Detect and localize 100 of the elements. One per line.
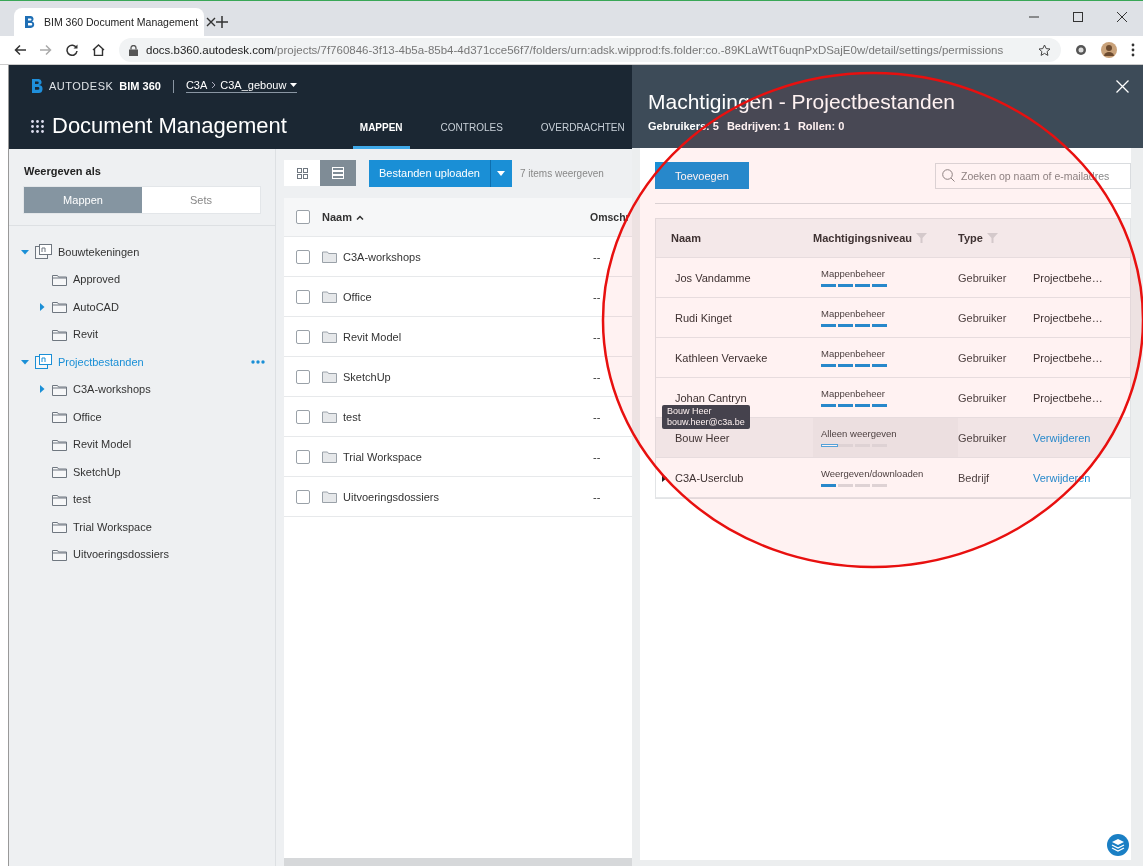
home-icon[interactable]: [92, 44, 105, 56]
url-text: docs.b360.autodesk.com/projects/7f760846-3f13-4b5a-85b4-4d371cce56f7/folders/urn:adsk.wipprod:fs.folder:co.-89KLaWtT6uqnPxDSajE0w/detail/settings/permissions: [146, 44, 1005, 56]
row-checkbox[interactable]: [296, 249, 310, 264]
upload-button[interactable]: Bestanden uploaden: [369, 159, 490, 187]
tooltip-email: bouw.heer@c3a.be: [667, 417, 745, 428]
upload-dropdown-button[interactable]: [489, 159, 512, 187]
folder-name[interactable]: SketchUp: [343, 370, 593, 383]
row-checkbox[interactable]: [296, 489, 310, 504]
grid-view-button[interactable]: [284, 160, 320, 186]
member-name: C3A-Userclub: [675, 471, 744, 484]
filter-icon: [916, 233, 928, 243]
permission-level[interactable]: Mappenbeheer: [821, 388, 889, 399]
select-all-checkbox[interactable]: [296, 210, 310, 224]
member-name: Bouw Heer: [675, 431, 730, 444]
tree-item[interactable]: AutoCAD: [73, 300, 119, 313]
close-icon[interactable]: [206, 17, 217, 27]
tree-item[interactable]: Approved: [73, 273, 121, 286]
folder-icon: [322, 370, 337, 383]
permission-level[interactable]: Mappenbeheer: [821, 308, 889, 319]
table-row[interactable]: Jos Vandamme Mappenbeheer Gebruiker Projectbehe…: [656, 258, 1130, 298]
nav-tab[interactable]: CONTROLES: [433, 109, 510, 149]
project-folder-icon: [35, 354, 52, 370]
table-row[interactable]: Kathleen Vervaeke Mappenbeheer Gebruiker Projectbehe…: [656, 338, 1130, 378]
breadcrumb-item: C3A_gebouw: [220, 79, 287, 91]
tree-item[interactable]: Office: [73, 410, 102, 423]
permission-meter: [821, 364, 889, 367]
lock-icon: [129, 44, 138, 56]
caret-down-icon: [497, 170, 506, 176]
list-view-button[interactable]: [320, 160, 356, 186]
row-checkbox[interactable]: [296, 369, 310, 384]
add-button[interactable]: Toevoegen: [655, 162, 749, 189]
folder-icon: [322, 450, 337, 463]
stat-text: Rollen: 0: [797, 120, 845, 132]
new-tab-icon[interactable]: [216, 16, 228, 28]
b-logo-icon: [24, 15, 36, 29]
tree-item[interactable]: Revit: [73, 328, 99, 341]
horizontal-scrollbar[interactable]: [284, 858, 632, 866]
extension-circle-icon[interactable]: [1075, 44, 1087, 56]
permission-meter: [821, 284, 889, 287]
folder-icon: [52, 272, 67, 286]
tree-item[interactable]: Uitvoeringsdossiers: [73, 548, 169, 561]
caret-right-icon[interactable]: [662, 473, 667, 482]
folder-name[interactable]: Office: [343, 290, 593, 303]
nav-tab[interactable]: OVERDRACHTEN: [533, 109, 632, 149]
type-cell-text: Gebruiker: [958, 431, 1008, 444]
folder-icon: [52, 520, 67, 534]
folder-name[interactable]: Revit Model: [343, 330, 593, 343]
row-checkbox[interactable]: [296, 329, 310, 344]
address-field[interactable]: docs.b360.autodesk.com/projects/7f760846-3f13-4b5a-85b4-4d371cce56f7/folders/urn:adsk.wipprod:fs.folder:co.-89KLaWtT6uqnPxDSajE0w/detail/settings/permissions: [119, 38, 1061, 62]
view-toggle[interactable]: Sets: [142, 187, 260, 213]
permission-meter: [821, 404, 889, 407]
column-header[interactable]: Naam: [322, 211, 590, 223]
folder-name[interactable]: test: [343, 410, 593, 423]
table-cell: --: [593, 370, 601, 383]
type-cell-text: Gebruiker: [958, 391, 1008, 404]
layers-icon[interactable]: [1107, 834, 1129, 856]
type-cell-text: Gebruiker: [958, 271, 1008, 284]
row-checkbox[interactable]: [296, 409, 310, 424]
star-icon[interactable]: [1038, 43, 1051, 57]
type-cell-text: Gebruiker: [958, 351, 1008, 364]
caret-down-icon: [290, 83, 298, 87]
breadcrumb-dropdown[interactable]: C3A C3A_gebouw: [185, 79, 298, 93]
role-cell-text: Projectbehe…: [1033, 351, 1104, 364]
row-checkbox[interactable]: [296, 289, 310, 304]
permission-level[interactable]: Alleen weergeven: [821, 428, 897, 439]
permission-level[interactable]: Mappenbeheer: [821, 348, 889, 359]
more-vertical-icon[interactable]: [1131, 43, 1135, 57]
type-cell-text: Gebruiker: [958, 311, 1008, 324]
app-grid-icon[interactable]: [31, 119, 44, 133]
folder-icon: [322, 490, 337, 503]
maximize-icon[interactable]: [1073, 12, 1083, 22]
row-checkbox[interactable]: [296, 449, 310, 464]
permission-level[interactable]: Mappenbeheer: [821, 268, 889, 279]
b-logo-icon: [31, 78, 43, 94]
reload-icon[interactable]: [66, 44, 78, 56]
table-cell: --: [593, 330, 601, 343]
more-options-icon[interactable]: [251, 359, 265, 364]
tree-item[interactable]: Trial Workspace: [73, 520, 152, 533]
tree-item[interactable]: SketchUp: [73, 465, 121, 478]
close-icon[interactable]: [1117, 12, 1127, 22]
column-header[interactable]: Machtigingsniveau: [813, 232, 928, 244]
folder-icon: [52, 465, 67, 479]
column-header[interactable]: Naam: [671, 232, 701, 244]
caret-down-icon[interactable]: [21, 357, 29, 366]
avatar-icon[interactable]: [1101, 42, 1117, 58]
role-cell-text: Projectbehe…: [1033, 391, 1104, 404]
tree-item[interactable]: C3A-workshops: [73, 383, 151, 396]
table-row[interactable]: Rudi Kinget Mappenbeheer Gebruiker Projectbehe…: [656, 298, 1130, 338]
folder-icon: [52, 327, 67, 341]
tree-item[interactable]: Revit Model: [73, 438, 132, 451]
column-header[interactable]: Type: [958, 232, 998, 244]
folder-name[interactable]: C3A-workshops: [343, 250, 593, 263]
folder-name[interactable]: Uitvoeringsdossiers: [343, 490, 593, 503]
tree-item[interactable]: test: [73, 493, 91, 506]
back-arrow-icon[interactable]: [14, 44, 26, 56]
caret-down-icon[interactable]: [21, 247, 29, 256]
tree-item[interactable]: Bouwtekeningen: [58, 245, 140, 258]
permission-level[interactable]: Weergeven/downloaden: [821, 468, 924, 479]
folder-name[interactable]: Trial Workspace: [343, 450, 593, 463]
stat-text: Bedrijven: 1: [726, 120, 790, 132]
